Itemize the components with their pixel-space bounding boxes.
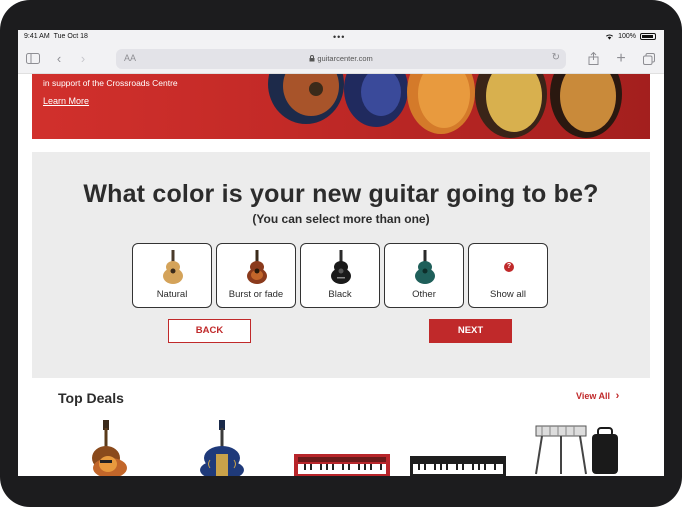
- color-quiz-panel: What color is your new guitar going to b…: [32, 152, 650, 378]
- option-label: Natural: [156, 289, 188, 300]
- reload-icon[interactable]: ↻: [552, 52, 560, 63]
- product-digital-piano[interactable]: [410, 456, 506, 476]
- browser-toolbar: ‹ › AA guitarcenter.com ↻ +: [18, 44, 664, 74]
- battery-icon: [640, 33, 656, 40]
- wifi-icon: [606, 34, 614, 40]
- color-options: Natural Burst or fade Black Other ? Show…: [132, 243, 548, 308]
- top-deals-heading: Top Deals: [58, 390, 124, 406]
- sidebar-icon[interactable]: [24, 50, 42, 68]
- natural-guitar-icon: [163, 250, 183, 284]
- view-all-link[interactable]: View All ›: [576, 390, 619, 402]
- guitar-collection-image: [268, 74, 622, 138]
- back-button[interactable]: BACK: [168, 319, 251, 343]
- option-label: Other: [412, 289, 436, 300]
- option-other[interactable]: Other: [384, 243, 464, 308]
- forward-arrow-icon[interactable]: ›: [74, 50, 92, 68]
- battery-percent: 100%: [618, 33, 636, 40]
- status-date: Tue Oct 18: [53, 33, 88, 40]
- product-stage-keyboard[interactable]: [294, 454, 390, 476]
- new-tab-icon[interactable]: +: [612, 50, 630, 68]
- multitask-dots-icon[interactable]: •••: [333, 32, 345, 42]
- status-time: 9:41 AM: [24, 33, 50, 40]
- address-bar[interactable]: AA guitarcenter.com ↻: [116, 49, 566, 69]
- option-label: Burst or fade: [228, 289, 284, 300]
- quiz-subtitle: (You can select more than one): [252, 212, 430, 226]
- banner-text: in support of the Crossroads Centre: [43, 78, 178, 88]
- option-burst-or-fade[interactable]: Burst or fade: [216, 243, 296, 308]
- question-icon: ?: [504, 262, 514, 272]
- url-text: guitarcenter.com: [317, 54, 373, 63]
- other-guitar-icon: [415, 250, 435, 284]
- tabs-icon[interactable]: [640, 50, 658, 68]
- learn-more-link[interactable]: Learn More: [43, 96, 89, 106]
- product-hollow-body-guitar[interactable]: [196, 420, 248, 476]
- next-button[interactable]: NEXT: [429, 319, 512, 343]
- black-guitar-icon: [331, 250, 351, 284]
- quiz-title: What color is your new guitar going to b…: [83, 180, 599, 208]
- option-black[interactable]: Black: [300, 243, 380, 308]
- back-arrow-icon[interactable]: ‹: [50, 50, 68, 68]
- option-label: Show all: [490, 289, 526, 300]
- chevron-right-icon: ›: [612, 390, 620, 402]
- burst-guitar-icon: [247, 250, 267, 284]
- option-show-all[interactable]: ? Show all: [468, 243, 548, 308]
- product-marching-bell-kit[interactable]: [532, 416, 622, 476]
- ipad-frame: 9:41 AM Tue Oct 18 ••• 100% ‹ › AA guita…: [0, 0, 682, 507]
- option-label: Black: [328, 289, 352, 300]
- view-all-label: View All: [576, 391, 611, 401]
- promo-banner: in support of the Crossroads Centre Lear…: [32, 74, 650, 139]
- browser-screen: 9:41 AM Tue Oct 18 ••• 100% ‹ › AA guita…: [18, 30, 664, 476]
- share-icon[interactable]: [584, 50, 602, 68]
- product-les-paul-guitar[interactable]: [84, 420, 128, 476]
- status-bar: 9:41 AM Tue Oct 18 ••• 100%: [18, 30, 664, 44]
- option-natural[interactable]: Natural: [132, 243, 212, 308]
- lock-icon: [309, 55, 315, 62]
